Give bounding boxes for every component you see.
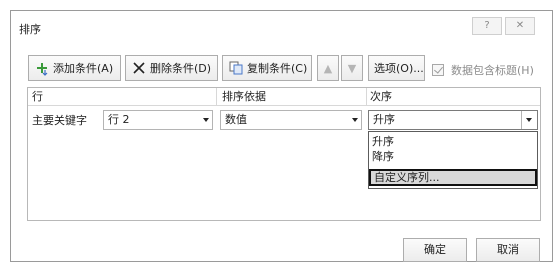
sort-on-dropdown[interactable]: 数值 <box>220 110 362 130</box>
delete-condition-label: 删除条件(D) <box>150 62 212 75</box>
move-up-button[interactable]: ▲ <box>317 55 339 81</box>
options-button[interactable]: 选项(O)... <box>368 55 425 81</box>
delete-condition-icon <box>131 60 147 76</box>
sort-dialog: 排序 ? ✕ 添加条件(A) 删除条件(D) 复制条件(C) ▲ ▼ 选项(O)… <box>10 10 553 262</box>
column-header-order: 次序 <box>370 90 392 103</box>
sort-conditions-grid: 行 排序依据 次序 主要关键字 行 2 数值 升序 升序 降序 自定义序列... <box>27 87 541 221</box>
header-checkbox-row[interactable]: 数据包含标题(H) <box>432 62 534 78</box>
copy-condition-label: 复制条件(C) <box>247 62 308 75</box>
copy-condition-icon <box>228 60 244 76</box>
order-dropdown-list: 升序 降序 自定义序列... <box>368 131 538 189</box>
sort-on-value: 数值 <box>225 113 247 126</box>
order-dropdown[interactable]: 升序 <box>368 110 538 130</box>
chevron-down-icon <box>352 118 358 122</box>
ok-button[interactable]: 确定 <box>403 238 467 262</box>
column-header-column: 行 <box>32 90 43 103</box>
primary-key-label: 主要关键字 <box>32 114 87 127</box>
column-divider <box>366 88 367 105</box>
help-button[interactable]: ? <box>472 17 502 35</box>
order-value: 升序 <box>373 113 395 126</box>
order-option-ascending[interactable]: 升序 <box>369 134 537 150</box>
delete-condition-button[interactable]: 删除条件(D) <box>125 55 218 81</box>
sort-key-dropdown[interactable]: 行 2 <box>103 110 213 130</box>
cancel-button[interactable]: 取消 <box>476 238 540 262</box>
add-condition-label: 添加条件(A) <box>53 62 114 75</box>
copy-condition-button[interactable]: 复制条件(C) <box>222 55 312 81</box>
header-checkbox[interactable] <box>432 64 444 76</box>
add-condition-icon <box>34 60 50 76</box>
column-header-sort-on: 排序依据 <box>222 90 266 103</box>
title-bar: 排序 ? ✕ <box>11 11 552 41</box>
add-condition-button[interactable]: 添加条件(A) <box>28 55 121 81</box>
header-divider <box>28 105 540 106</box>
move-down-button[interactable]: ▼ <box>341 55 363 81</box>
order-option-custom-list[interactable]: 自定义序列... <box>369 169 537 186</box>
sort-key-value: 行 2 <box>108 113 130 126</box>
column-divider <box>216 88 217 105</box>
header-checkbox-label: 数据包含标题(H) <box>451 64 534 77</box>
dialog-title: 排序 <box>19 23 41 36</box>
chevron-down-icon[interactable] <box>521 111 537 129</box>
chevron-down-icon <box>203 118 209 122</box>
close-button[interactable]: ✕ <box>505 17 535 35</box>
order-option-descending[interactable]: 降序 <box>369 149 537 165</box>
